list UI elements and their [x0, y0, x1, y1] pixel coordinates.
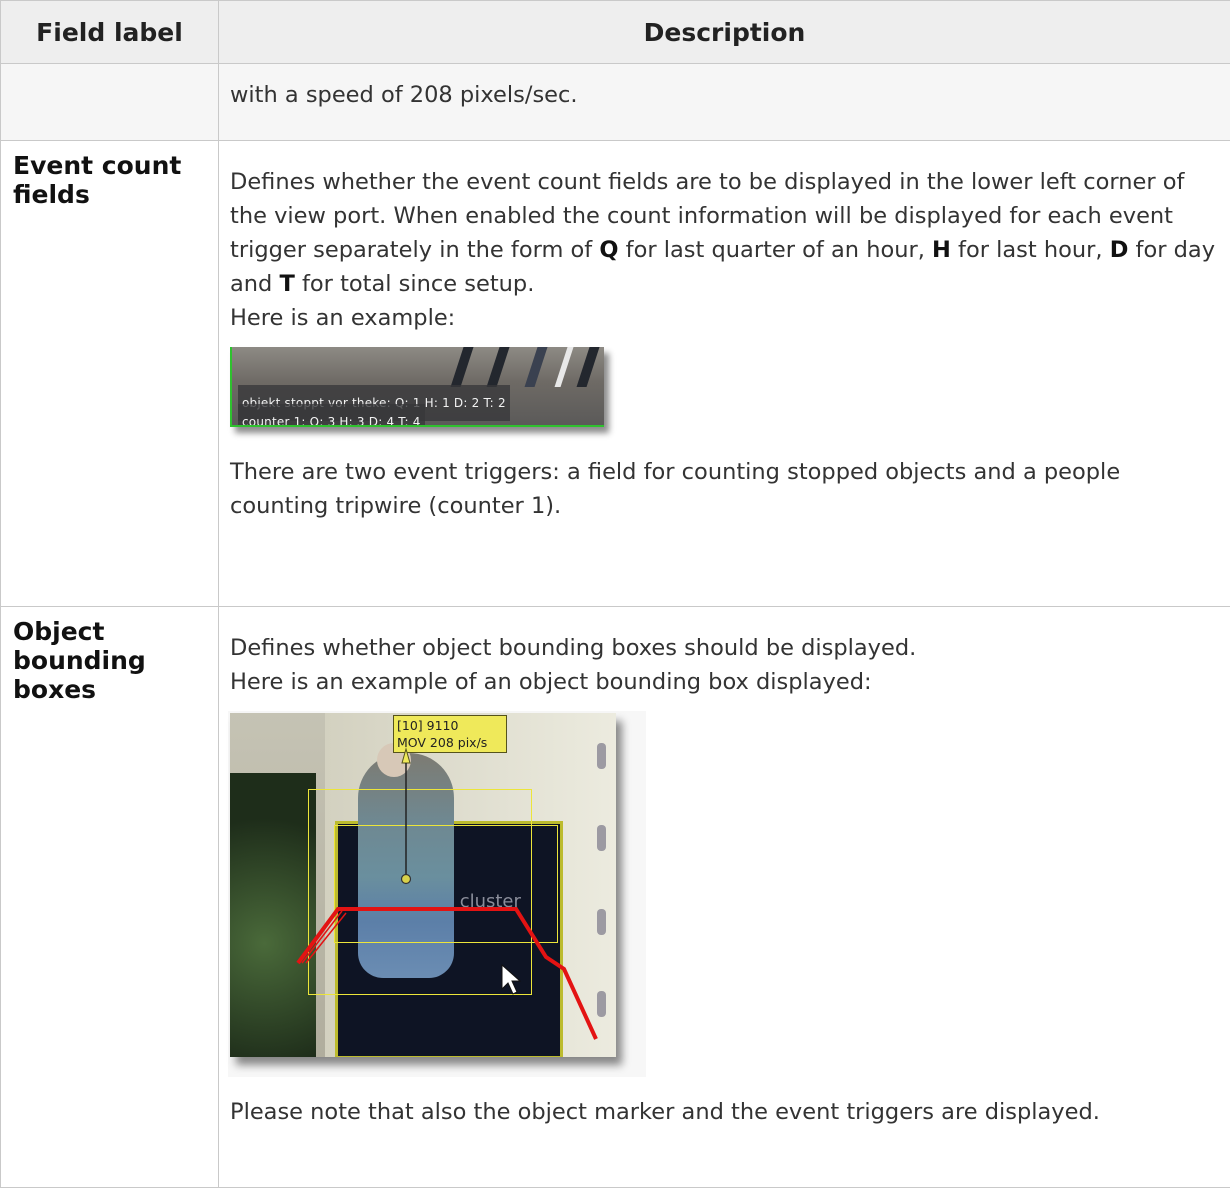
field-table: Field label Description with a speed of … [0, 0, 1230, 1188]
table-row: Object bounding boxes Defines whether ob… [1, 607, 1230, 1188]
event-count-screenshot: objekt stoppt vor theke: Q: 1 H: 1 D: 2 … [230, 347, 608, 431]
row-label-object-bounding-boxes: Object bounding boxes [1, 607, 219, 1188]
bounding-box-definition: Defines whether object bounding boxes sh… [230, 631, 1220, 665]
event-count-definition: Defines whether the event count fields a… [230, 165, 1220, 301]
row-label-event-count-fields: Event count fields [1, 141, 219, 607]
table-row: Event count fields Defines whether the e… [1, 141, 1230, 607]
header-description: Description [219, 1, 1230, 64]
table-header-row: Field label Description [1, 1, 1230, 64]
row-description: with a speed of 208 pixels/sec. [219, 64, 1230, 141]
example-intro: Here is an example: [230, 301, 1220, 335]
event-triggers-note: There are two event triggers: a field fo… [230, 455, 1220, 523]
header-field-label: Field label [1, 1, 219, 64]
bounding-box-screenshot: ce cluster [10] 9110 MOV 208 pix/s [228, 711, 646, 1077]
table-row: with a speed of 208 pixels/sec. [1, 64, 1230, 141]
row-label-empty [1, 64, 219, 141]
row-description: Defines whether object bounding boxes sh… [219, 607, 1230, 1188]
continued-text: with a speed of 208 pixels/sec. [230, 78, 1220, 112]
row-description: Defines whether the event count fields a… [219, 141, 1230, 607]
marker-triggers-note: Please note that also the object marker … [230, 1095, 1220, 1129]
example-intro: Here is an example of an object bounding… [230, 665, 1220, 699]
event-trigger-overlay [230, 713, 616, 1057]
counter-line-counter-1: counter 1: Q: 3 H: 3 D: 4 T: 4 [238, 404, 425, 427]
mouse-cursor-icon [502, 965, 520, 994]
tripwire-line [298, 909, 596, 1039]
